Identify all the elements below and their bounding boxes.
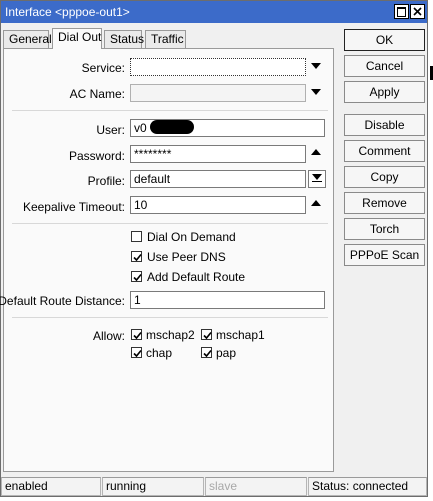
mschap2-checkbox[interactable] <box>131 329 142 340</box>
password-collapse-icon[interactable] <box>311 149 321 155</box>
keepalive-collapse-icon[interactable] <box>311 200 321 206</box>
dial-on-demand-checkbox[interactable] <box>131 231 142 242</box>
tab-general[interactable]: General <box>3 30 52 48</box>
pap-checkbox[interactable] <box>201 347 212 358</box>
use-peer-dns-label: Use Peer DNS <box>147 250 226 264</box>
profile-select[interactable]: default <box>130 170 306 188</box>
dial-on-demand-label: Dial On Demand <box>147 230 236 244</box>
keepalive-label: Keepalive Timeout: <box>22 200 125 214</box>
allow-label: Allow: <box>92 329 125 343</box>
copy-button[interactable]: Copy <box>344 166 425 188</box>
status-running: running <box>102 477 204 496</box>
apply-button[interactable]: Apply <box>344 81 425 103</box>
ok-button[interactable]: OK <box>344 29 425 51</box>
add-default-route-checkbox[interactable] <box>131 271 142 282</box>
ac-name-label: AC Name: <box>69 87 125 101</box>
cancel-button[interactable]: Cancel <box>344 55 425 77</box>
tab-traffic[interactable]: Traffic <box>145 30 186 48</box>
user-value: v0 <box>134 121 147 135</box>
ac-name-dropdown-icon[interactable] <box>311 89 321 95</box>
separator <box>12 110 328 111</box>
disable-button[interactable]: Disable <box>344 114 425 136</box>
separator <box>12 317 328 318</box>
user-label: User: <box>96 123 125 137</box>
window-title: Interface <pppoe-out1> <box>5 5 130 19</box>
service-field[interactable] <box>130 58 306 76</box>
remove-button[interactable]: Remove <box>344 192 425 214</box>
status-slave: slave <box>205 477 307 496</box>
default-route-distance-label: Default Route Distance: <box>0 294 125 308</box>
ac-name-field[interactable] <box>130 84 306 102</box>
password-label: Password: <box>68 149 125 163</box>
status-enabled: enabled <box>1 477 101 496</box>
mschap1-checkbox[interactable] <box>201 329 212 340</box>
profile-dropdown-icon[interactable] <box>308 170 326 188</box>
mschap1-label: mschap1 <box>216 328 265 342</box>
interface-window: Interface <pppoe-out1> General Dial Out … <box>0 0 428 497</box>
chap-checkbox[interactable] <box>131 347 142 358</box>
tab-dial-out[interactable]: Dial Out <box>52 28 102 49</box>
comment-button[interactable]: Comment <box>344 140 425 162</box>
service-label: Service: <box>81 61 125 75</box>
mschap2-label: mschap2 <box>146 328 195 342</box>
status-connection: Status: connected <box>308 477 427 496</box>
dial-out-panel: Service: AC Name: User: v0 Password: ***… <box>0 48 334 472</box>
pppoe-scan-button[interactable]: PPPoE Scan <box>344 244 425 266</box>
tab-status[interactable]: Status <box>104 30 144 48</box>
service-dropdown-icon[interactable] <box>311 63 321 69</box>
use-peer-dns-checkbox[interactable] <box>131 251 142 262</box>
default-route-distance-field[interactable]: 1 <box>130 291 325 309</box>
maximize-icon[interactable] <box>394 4 409 19</box>
separator <box>12 223 328 224</box>
title-bar[interactable]: Interface <pppoe-out1> <box>1 1 427 23</box>
password-field[interactable]: ******** <box>130 145 306 163</box>
chap-label: chap <box>146 346 173 360</box>
profile-label: Profile: <box>87 174 125 188</box>
close-icon[interactable] <box>410 4 425 19</box>
torch-button[interactable]: Torch <box>344 218 425 240</box>
keepalive-field[interactable]: 10 <box>130 196 306 214</box>
status-bar: enabled running slave Status: connected <box>1 477 427 496</box>
add-default-route-label: Add Default Route <box>147 270 246 284</box>
redaction-mark <box>150 120 194 134</box>
pap-label: pap <box>216 346 237 360</box>
